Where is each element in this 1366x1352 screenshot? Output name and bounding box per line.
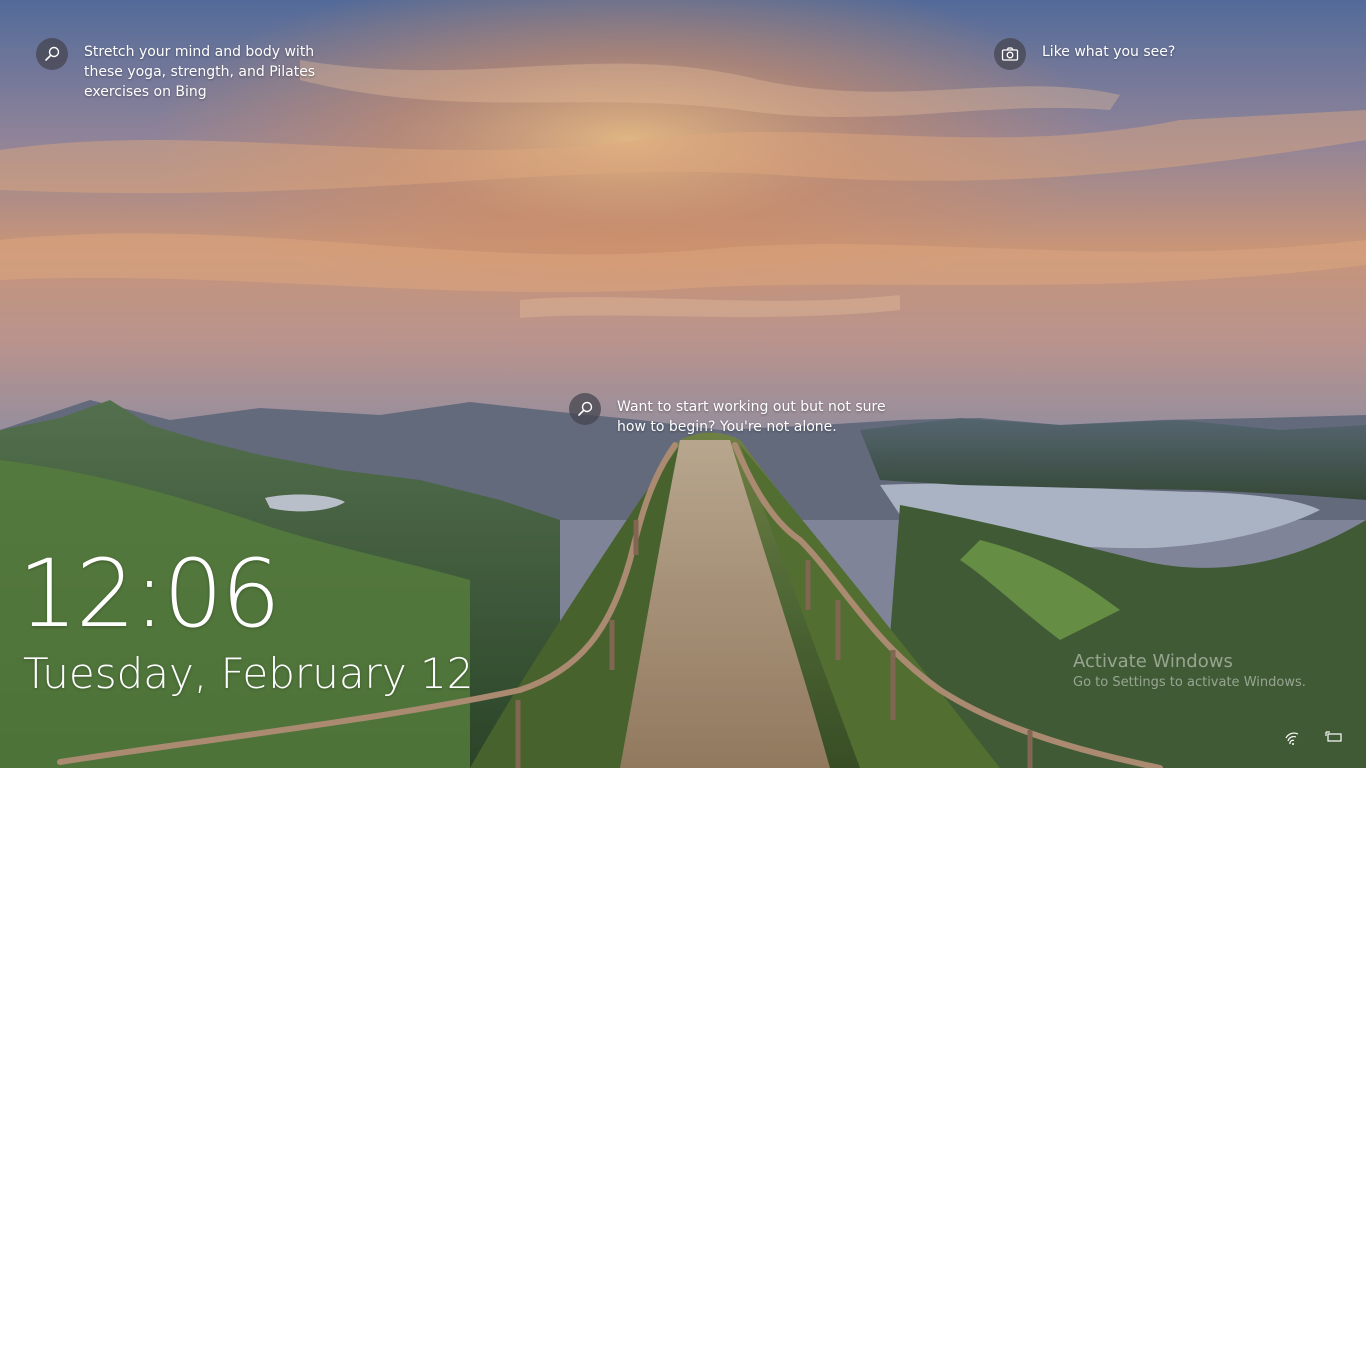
watermark-title: Activate Windows bbox=[1073, 651, 1233, 672]
spotlight-hotspot-top-left[interactable]: Stretch your mind and body with these yo… bbox=[36, 38, 356, 102]
camera-icon[interactable] bbox=[994, 38, 1026, 70]
power-icon[interactable] bbox=[1324, 728, 1344, 748]
spotlight-hotspot-top-right[interactable]: Like what you see? bbox=[994, 38, 1214, 70]
spotlight-hotspot-center[interactable]: Want to start working out but not sure h… bbox=[569, 393, 889, 437]
activation-watermark: Activate Windows Go to Settings to activ… bbox=[1073, 650, 1306, 692]
spotlight-text-top-left[interactable]: Stretch your mind and body with these yo… bbox=[84, 42, 354, 102]
spotlight-text-center[interactable]: Want to start working out but not sure h… bbox=[617, 397, 887, 437]
search-icon[interactable] bbox=[569, 393, 601, 425]
empty-area bbox=[0, 768, 1366, 1352]
lock-screen[interactable]: Stretch your mind and body with these yo… bbox=[0, 0, 1366, 768]
clock-time: 12:06 bbox=[18, 540, 281, 649]
clock-date: Tuesday, February 12 bbox=[23, 649, 474, 698]
network-icon[interactable] bbox=[1282, 728, 1302, 748]
watermark-subtitle: Go to Settings to activate Windows. bbox=[1073, 675, 1306, 690]
spotlight-text-top-right[interactable]: Like what you see? bbox=[1042, 42, 1175, 62]
search-icon[interactable] bbox=[36, 38, 68, 70]
